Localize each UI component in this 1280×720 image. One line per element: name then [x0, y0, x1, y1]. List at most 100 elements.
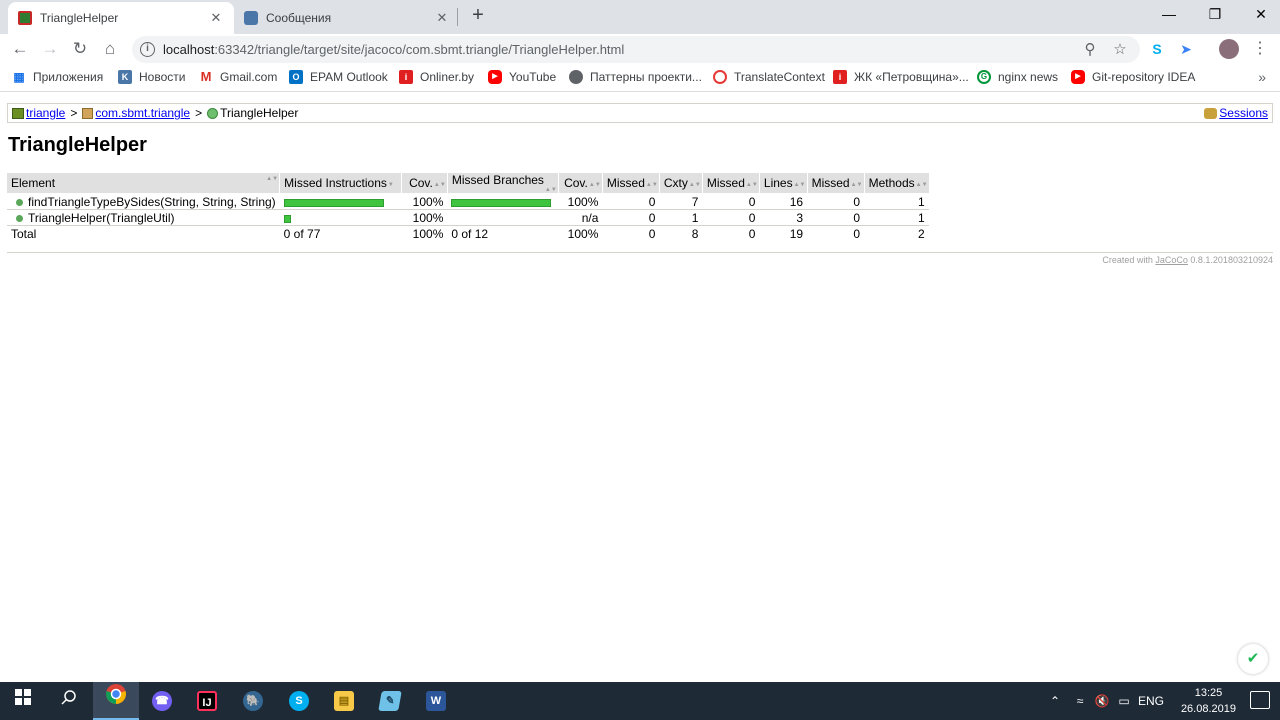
jacoco-link[interactable]: JaCoCo	[1155, 255, 1188, 265]
more-bookmarks-button[interactable]: »	[1258, 69, 1266, 85]
profile-avatar[interactable]	[1219, 39, 1239, 59]
column-header-missed-branches[interactable]: Missed Branches ▲▼	[446, 173, 559, 194]
element-cell[interactable]: findTriangleTypeBySides(String, String, …	[7, 193, 280, 210]
bookmark-gmail[interactable]: M Gmail.com	[199, 70, 278, 85]
bookmark-label: YouTube	[509, 70, 557, 84]
show-hidden-icons-chevron-icon[interactable]: ⌃	[1046, 682, 1064, 720]
bookmark-label: Приложения	[33, 70, 104, 84]
url-text[interactable]: localhost:63342/triangle/target/site/jac…	[163, 42, 624, 57]
home-button[interactable]: ⌂	[98, 37, 122, 61]
notepad-icon[interactable]: ✎	[367, 682, 413, 720]
tab-trianglehelper[interactable]: TriangleHelper ✕	[8, 2, 234, 34]
column-header-lines[interactable]: Lines▲▼	[758, 173, 808, 194]
missed-lines-value: 0	[702, 193, 760, 210]
bookmark-nginx[interactable]: G nginx news	[977, 70, 1058, 84]
address-bar[interactable]: i localhost:63342/triangle/target/site/j…	[132, 36, 1140, 63]
bookmark-patterns[interactable]: Паттерны проекти...	[569, 70, 702, 84]
bookmark-youtube[interactable]: ▶ YouTube	[488, 70, 556, 84]
breadcrumb-project-link[interactable]: triangle	[26, 106, 65, 120]
word-icon[interactable]: W	[413, 682, 459, 720]
tab-messages[interactable]: Сообщения ✕	[234, 2, 460, 34]
action-center-icon[interactable]	[1250, 691, 1270, 709]
search-icon[interactable]	[46, 682, 92, 720]
system-clock[interactable]: 13:25 26.08.2019	[1181, 685, 1236, 717]
column-header-instructions-coverage[interactable]: Cov.▲▼	[400, 173, 448, 194]
branches-coverage-value: 100%	[558, 193, 603, 210]
lines-value: 3	[759, 209, 808, 226]
skype-extension-icon[interactable]: S	[1147, 39, 1167, 59]
close-tab-icon[interactable]: ✕	[208, 10, 224, 26]
windows-start-icon[interactable]	[0, 682, 46, 720]
page-content: triangle > com.sbmt.triangle > TriangleH…	[0, 93, 1280, 682]
column-header-missed-instructions[interactable]: Missed Instructions▼	[279, 173, 402, 194]
bookmark-translatecontext[interactable]: TranslateContext	[713, 70, 825, 84]
element-link[interactable]: TriangleHelper(TriangleUtil)	[28, 211, 175, 225]
network-wifi-icon[interactable]: ≈	[1070, 682, 1090, 720]
missed-methods-value: 0	[807, 193, 865, 210]
bookmark-zhk-petrovshchina[interactable]: i ЖК «Петровщина»...	[833, 70, 969, 84]
methods-value: 1	[864, 193, 929, 210]
back-button[interactable]: ←	[8, 37, 32, 61]
element-cell[interactable]: TriangleHelper(TriangleUtil)	[7, 209, 280, 226]
maximize-button[interactable]: ❐	[1192, 0, 1238, 30]
sessions-icon	[1204, 107, 1218, 119]
bookmark-star-icon[interactable]: ☆	[1110, 40, 1130, 60]
reload-button[interactable]: ↻	[68, 37, 92, 61]
column-header-missed-methods[interactable]: Missed▲▼	[806, 173, 865, 194]
browser-menu-icon[interactable]: ⋮	[1250, 39, 1270, 59]
table-row[interactable]: TriangleHelper(TriangleUtil) 100% n/a 0 …	[7, 209, 929, 226]
bookmark-label: Новости	[139, 70, 186, 84]
page-title: TriangleHelper	[8, 134, 147, 156]
bookmark-onliner[interactable]: i Onliner.by	[399, 70, 474, 84]
column-header-methods[interactable]: Methods▲▼	[863, 173, 929, 194]
bookmark-git-repository[interactable]: ▶ Git-repository IDEA	[1071, 70, 1195, 84]
intellij-icon[interactable]: IJ	[184, 682, 230, 720]
table-row[interactable]: findTriangleTypeBySides(String, String, …	[7, 193, 929, 210]
volume-muted-icon[interactable]: 🔇	[1092, 682, 1112, 720]
breadcrumb-package-link[interactable]: com.sbmt.triangle	[95, 106, 190, 120]
column-header-missed-lines[interactable]: Missed▲▼	[701, 173, 760, 194]
close-window-button[interactable]: ✕	[1238, 0, 1280, 30]
total-branches-coverage: 100%	[567, 226, 599, 241]
method-icon	[16, 214, 23, 222]
forward-button[interactable]: →	[38, 37, 62, 61]
element-link[interactable]: findTriangleTypeBySides(String, String, …	[28, 195, 276, 209]
chrome-icon[interactable]	[93, 682, 139, 720]
column-header-branches-coverage[interactable]: Cov.▲▼	[557, 173, 603, 194]
security-shield-icon[interactable]: ✔	[1238, 644, 1268, 674]
total-missed-lines: 0	[748, 226, 756, 241]
missed-complexity-value: 0	[602, 209, 660, 226]
total-branches: 0 of 12	[451, 226, 489, 241]
column-header-element[interactable]: Element ▲▼	[7, 173, 280, 194]
skype-icon[interactable]: S	[276, 682, 322, 720]
bookmark-epam-outlook[interactable]: O EPAM Outlook	[289, 70, 388, 84]
package-icon	[82, 107, 94, 119]
file-explorer-icon[interactable]: ▤	[321, 682, 367, 720]
class-icon	[207, 107, 219, 119]
input-language-indicator[interactable]: ENG	[1136, 682, 1166, 720]
outlook-icon: O	[289, 70, 303, 84]
total-lines: 19	[789, 226, 804, 241]
minimize-button[interactable]: —	[1146, 0, 1192, 30]
site-info-icon[interactable]: i	[140, 42, 155, 57]
youtube-icon: ▶	[488, 70, 502, 84]
close-tab-icon[interactable]: ✕	[434, 10, 450, 26]
battery-icon[interactable]: ▭	[1114, 682, 1134, 720]
new-tab-button[interactable]: +	[466, 4, 490, 28]
bookmark-news[interactable]: K Новости	[118, 70, 185, 84]
send-extension-icon[interactable]: ➤	[1176, 39, 1196, 59]
methods-value: 1	[864, 209, 929, 226]
zoom-search-icon[interactable]: ⚲	[1080, 40, 1100, 60]
breadcrumb: triangle > com.sbmt.triangle > TriangleH…	[7, 103, 1273, 123]
bookmark-label: nginx news	[998, 70, 1059, 84]
column-header-complexity[interactable]: Cxty▲▼	[658, 173, 703, 194]
breadcrumb-separator: >	[195, 106, 203, 120]
bookmark-apps[interactable]: ▦ Приложения	[12, 70, 103, 84]
branches-coverage-value: n/a	[558, 209, 603, 226]
column-header-missed-complexity[interactable]: Missed▲▼	[601, 173, 660, 194]
sessions-link[interactable]: Sessions	[1219, 106, 1268, 120]
footer-prefix: Created with	[1102, 255, 1153, 265]
pgadmin-icon[interactable]: 🐘	[230, 682, 276, 720]
browser-toolbar: ← → ↻ ⌂ i localhost:63342/triangle/targe…	[0, 34, 1280, 64]
viber-icon[interactable]: ☎	[139, 682, 185, 720]
